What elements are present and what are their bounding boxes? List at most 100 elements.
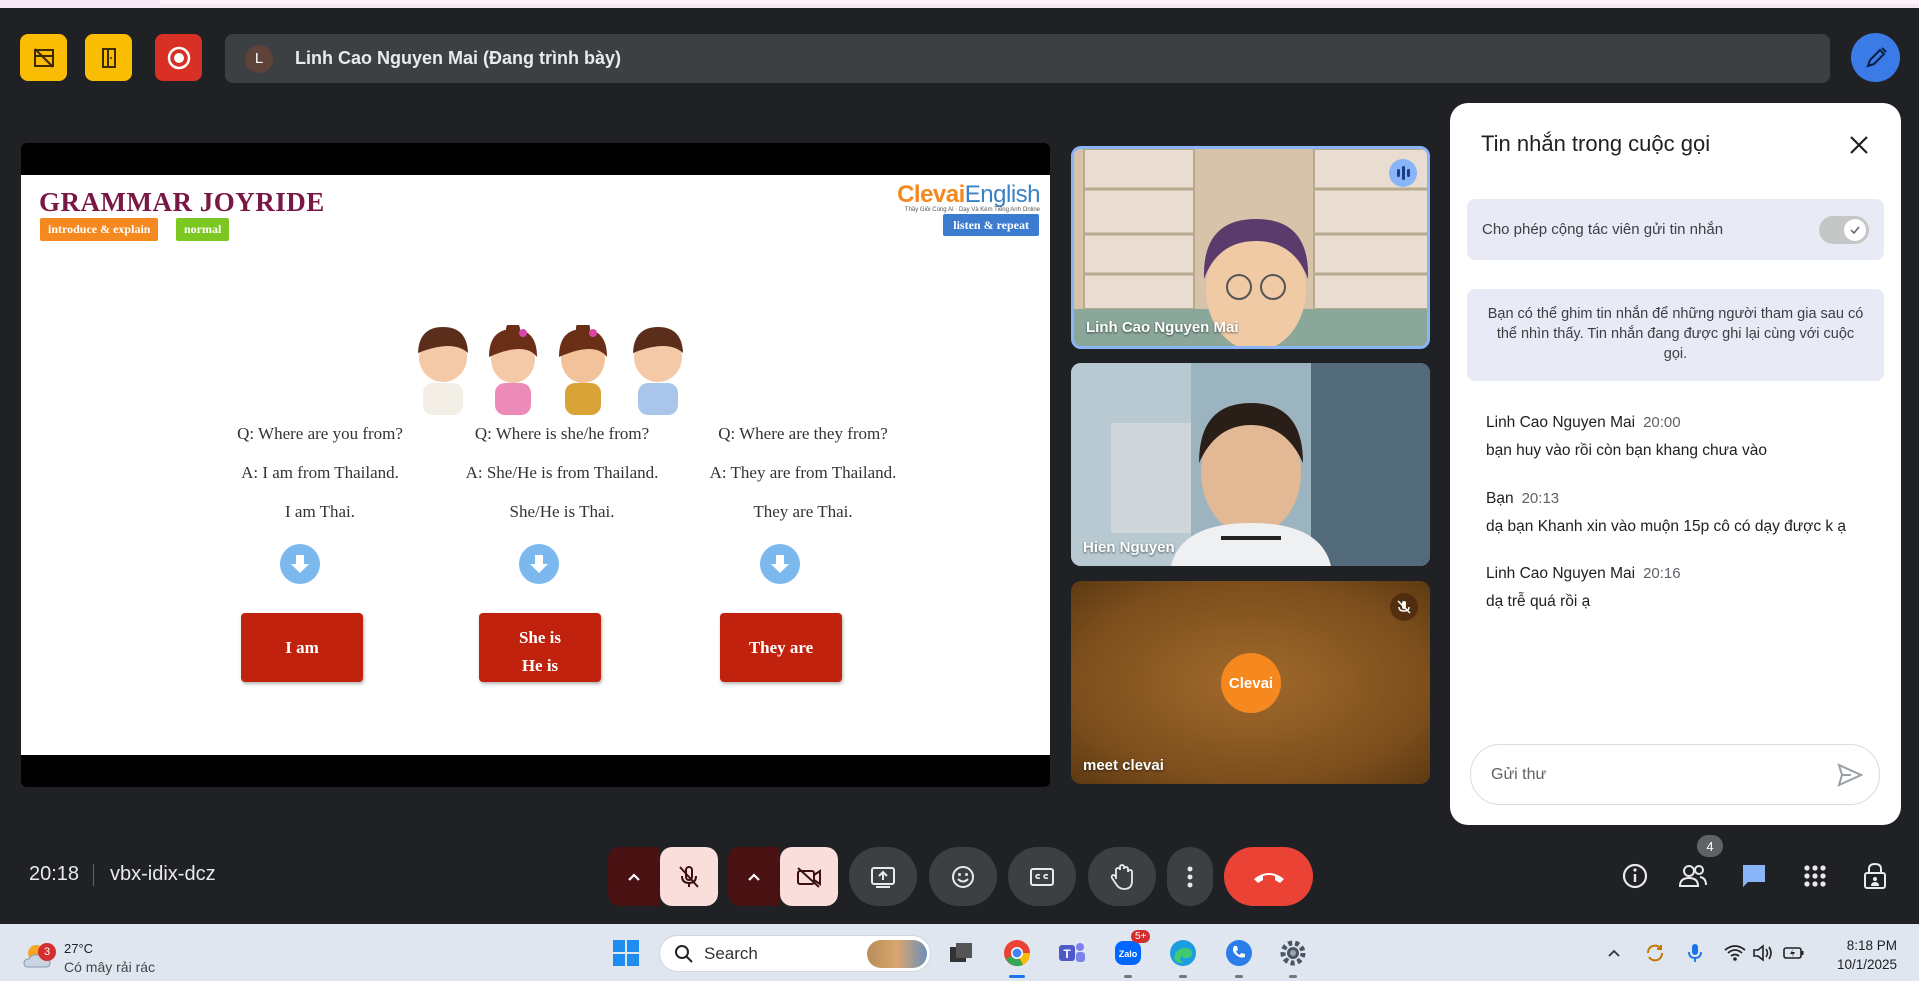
system-clock[interactable]: 8:18 PM 10/1/2025 bbox=[1837, 936, 1897, 974]
chat-panel: Tin nhắn trong cuộc gọi Cho phép cộng tá… bbox=[1450, 103, 1901, 825]
gear-icon bbox=[1280, 940, 1306, 966]
brand-subtitle: Thầy Giỏi Cùng AI · Dạy Và Kèm Tiếng Anh… bbox=[904, 207, 1040, 213]
layout-off-icon bbox=[33, 47, 54, 68]
answer-button-i-am: I am bbox=[241, 613, 363, 682]
message-text: bạn huy vào rồi còn bạn khang chưa vào bbox=[1486, 442, 1767, 459]
zalo-app[interactable]: Zalo 5+ bbox=[1111, 930, 1151, 970]
teams-app[interactable]: T bbox=[1055, 936, 1089, 970]
people-button[interactable] bbox=[1676, 859, 1710, 893]
end-call-button[interactable] bbox=[1224, 847, 1313, 906]
reactions-button[interactable] bbox=[929, 847, 997, 906]
answer-button-he-is-label: He is bbox=[521, 655, 559, 675]
chrome-app[interactable] bbox=[1000, 936, 1034, 970]
presenter-label: Linh Cao Nguyen Mai (Đang trình bày) bbox=[295, 48, 622, 68]
slide-title: GRAMMAR JOYRIDE bbox=[39, 187, 325, 217]
browser-top-strip-inner bbox=[160, 0, 1919, 4]
system-date: 10/1/2025 bbox=[1836, 957, 1897, 972]
mic-tray-button[interactable] bbox=[1678, 936, 1712, 970]
task-view-button[interactable] bbox=[944, 936, 978, 970]
windows-logo-icon bbox=[613, 940, 639, 966]
search-icon bbox=[675, 945, 693, 963]
down-arrow-icon bbox=[760, 544, 800, 584]
no-layout-icon-button[interactable] bbox=[20, 34, 67, 81]
tag-listen-repeat: listen & repeat bbox=[943, 214, 1039, 236]
mic-toggle-button[interactable] bbox=[660, 847, 718, 906]
phone-link-app[interactable] bbox=[1222, 936, 1256, 970]
question-they: Q: Where are they from? bbox=[718, 424, 888, 443]
present-button[interactable] bbox=[849, 847, 917, 906]
record-icon bbox=[167, 46, 190, 69]
video-options-button[interactable] bbox=[728, 847, 780, 906]
host-controls-button[interactable] bbox=[1858, 859, 1892, 893]
chat-input[interactable]: Gửi thư bbox=[1470, 744, 1880, 805]
chevron-up-icon bbox=[748, 872, 760, 881]
camera-control bbox=[728, 847, 838, 906]
question-you: Q: Where are you from? bbox=[237, 424, 403, 443]
meeting-code: vbx-idix-dcz bbox=[110, 863, 216, 885]
more-vert-icon bbox=[1187, 866, 1193, 887]
answer-they: A: They are from Thailand. bbox=[709, 463, 897, 482]
meeting-info-button[interactable] bbox=[1618, 859, 1652, 893]
chat-message: Bạn 20:13 dạ bạn Khanh xin vào muộn 15p c… bbox=[1486, 490, 1886, 536]
edge-app[interactable] bbox=[1166, 936, 1200, 970]
captions-button[interactable] bbox=[1008, 847, 1076, 906]
message-sender: Bạn bbox=[1486, 490, 1514, 507]
answer-button-i-am-label: I am bbox=[285, 637, 319, 657]
emoji-icon bbox=[952, 865, 974, 888]
lock-person-icon bbox=[1864, 862, 1886, 889]
recording-button[interactable] bbox=[155, 34, 202, 81]
message-text: dạ trễ quá rồi ạ bbox=[1486, 593, 1591, 610]
chat-title: Tin nhắn trong cuộc gọi bbox=[1481, 131, 1711, 156]
svg-text:T: T bbox=[1063, 947, 1071, 961]
phone-running-indicator bbox=[1235, 975, 1243, 978]
divider bbox=[93, 864, 94, 886]
close-icon bbox=[1850, 136, 1868, 154]
column-she-he: Q: Where is she/he from? A: She/He is fr… bbox=[442, 420, 682, 537]
people-count-badge: 4 bbox=[1697, 835, 1723, 857]
raise-hand-button[interactable] bbox=[1088, 847, 1156, 906]
battery-tray-button[interactable] bbox=[1777, 936, 1811, 970]
allow-messages-toggle[interactable] bbox=[1819, 216, 1869, 244]
mic-off-icon bbox=[679, 865, 699, 888]
column-they: Q: Where are they from? A: They are from… bbox=[683, 420, 923, 537]
participant-name: meet clevai bbox=[1083, 757, 1164, 774]
show-hidden-icons-button[interactable] bbox=[1597, 936, 1631, 970]
camera-off-icon bbox=[797, 866, 821, 888]
camera-toggle-button[interactable] bbox=[780, 847, 838, 906]
message-time: 20:13 bbox=[1521, 490, 1560, 507]
weather-widget[interactable]: 3 27°C Có mây rải rác bbox=[22, 935, 182, 975]
sync-tray-button[interactable] bbox=[1638, 936, 1672, 970]
audio-options-button[interactable] bbox=[608, 847, 660, 906]
send-icon[interactable] bbox=[1837, 763, 1863, 787]
chevron-up-icon bbox=[628, 872, 640, 881]
pen-icon bbox=[1865, 46, 1887, 68]
participant-tile[interactable]: Clevai meet clevai bbox=[1071, 581, 1430, 784]
presenter-bar[interactable]: L Linh Cao Nguyen Mai (Đang trình bày) bbox=[225, 34, 1830, 83]
volume-tray-button[interactable] bbox=[1746, 936, 1780, 970]
participant-tile[interactable]: Linh Cao Nguyen Mai bbox=[1071, 146, 1430, 349]
teams-icon: T bbox=[1059, 943, 1085, 962]
brand-logo: ClevaiEnglish Thầy Giỏi Cùng AI · Dạy Và… bbox=[897, 181, 1040, 213]
close-chat-button[interactable] bbox=[1845, 131, 1873, 159]
annotate-button[interactable] bbox=[1851, 33, 1900, 82]
participant-tile[interactable]: Hien Nguyen bbox=[1071, 363, 1430, 566]
answer-you: A: I am from Thailand. bbox=[241, 463, 399, 482]
chrome-active-indicator bbox=[1009, 975, 1025, 978]
video-feed bbox=[1071, 363, 1430, 566]
breakout-room-button[interactable] bbox=[85, 34, 132, 81]
answer-she-he: A: She/He is from Thailand. bbox=[465, 463, 659, 482]
chat-input-placeholder: Gửi thư bbox=[1491, 765, 1547, 783]
allow-messages-row: Cho phép cộng tác viên gửi tin nhắn bbox=[1467, 199, 1884, 260]
start-button[interactable] bbox=[609, 936, 643, 970]
more-options-button[interactable] bbox=[1167, 847, 1213, 906]
task-view-icon bbox=[950, 943, 972, 962]
message-time: 20:16 bbox=[1643, 565, 1681, 582]
settings-app[interactable] bbox=[1276, 936, 1310, 970]
brand-name-a: Clevai bbox=[897, 181, 965, 208]
chrome-icon bbox=[1004, 940, 1031, 967]
taskbar-search[interactable]: Search bbox=[659, 935, 931, 972]
chat-button[interactable] bbox=[1737, 859, 1771, 893]
weather-temp: 27°C bbox=[64, 941, 94, 956]
activities-button[interactable] bbox=[1798, 859, 1832, 893]
allow-messages-label: Cho phép cộng tác viên gửi tin nhắn bbox=[1482, 221, 1724, 238]
